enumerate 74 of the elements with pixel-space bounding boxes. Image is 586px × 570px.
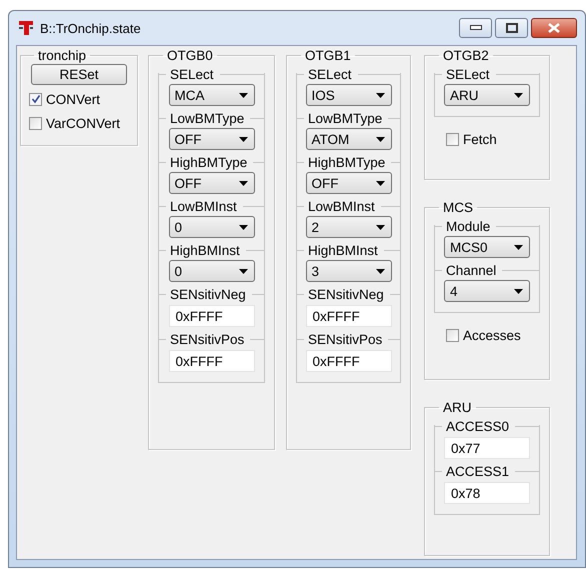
dropdown[interactable]: MCA [168,84,254,106]
field-label: HighBMType [308,154,386,170]
dropdown-arrow-icon [376,136,384,142]
dropdown-arrow-icon [238,268,248,274]
field-label: SELect [170,66,214,82]
dropdown[interactable]: OFF [306,172,392,194]
input-field[interactable]: 0xFFFF [168,350,254,372]
dropdown[interactable]: ARU [444,84,530,106]
dropdown-arrow-icon [238,180,248,186]
maximize-button[interactable] [495,18,528,38]
checkbox-label: Fetch [463,132,497,146]
field-label: HighBMType [170,154,248,170]
input-field[interactable]: 0xFFFF [306,350,392,372]
field-label: ACCESS0 [446,418,510,434]
checkbox[interactable] [446,132,459,146]
reset-button[interactable]: RESet [31,64,127,85]
field-label: SENsitivPos [308,332,382,346]
minimize-icon [470,25,482,31]
dropdown[interactable]: 2 [306,216,392,238]
checkbox-label: Accesses [463,328,521,342]
field-label: LowBMInst [170,198,237,214]
field-label: ACCESS1 [446,464,510,478]
field-label: Channel [446,262,496,278]
field-label: LowBMType [308,110,382,126]
dropdown[interactable]: IOS [306,84,392,106]
dropdown-arrow-icon [238,136,248,142]
dropdown-arrow-icon [376,268,384,274]
dropdown-arrow-icon [238,92,248,98]
group-title: MCS [442,200,474,215]
field-label: HighBMInst [308,242,378,258]
dropdown[interactable]: MCS0 [444,236,530,258]
field-label: LowBMType [170,110,244,126]
checkbox-label: VarCONVert [46,116,120,130]
dropdown-arrow-icon [514,244,523,250]
input-field[interactable]: 0xFFFF [168,305,254,327]
close-button[interactable] [531,18,577,38]
field-label: SENsitivNeg [170,286,246,302]
minimize-button[interactable] [459,18,492,38]
app-icon [18,20,34,36]
field-label: SELect [308,66,352,82]
dropdown[interactable]: OFF [168,172,254,194]
group-title: OTGB0 [166,48,214,63]
dropdown-arrow-icon [376,92,384,98]
dropdown-arrow-icon [376,180,384,186]
dropdown[interactable]: 3 [306,260,392,282]
checkbox[interactable] [446,328,459,342]
field-label: SELect [446,66,490,82]
group-title: ARU [442,400,473,415]
dropdown[interactable]: 4 [444,280,530,302]
dropdown[interactable]: ATOM [306,128,392,150]
dropdown-arrow-icon [514,288,523,294]
checkbox[interactable] [29,116,42,130]
dropdown-arrow-icon [514,92,523,98]
input-field[interactable]: 0x78 [444,482,530,504]
dropdown[interactable]: 0 [168,260,254,282]
input-field[interactable]: 0x77 [444,437,530,459]
maximize-icon [506,23,518,33]
dropdown-arrow-icon [376,224,384,230]
field-label: SENsitivNeg [308,286,384,302]
input-field[interactable]: 0xFFFF [306,305,392,327]
group-title: OTGB2 [442,48,490,63]
window-title: B::TrOnchip.state [40,20,141,36]
checkbox-label: CONVert [46,92,100,106]
dropdown-arrow-icon [238,224,248,230]
checkbox[interactable] [29,92,42,106]
dropdown[interactable]: 0 [168,216,254,238]
group-title: tronchip [37,48,88,63]
field-label: LowBMInst [308,198,375,214]
field-label: SENsitivPos [170,332,244,346]
dropdown[interactable]: OFF [168,128,254,150]
field-label: HighBMInst [170,242,240,258]
field-label: Module [446,218,490,234]
group-title: OTGB1 [304,48,352,63]
close-icon [547,23,561,33]
